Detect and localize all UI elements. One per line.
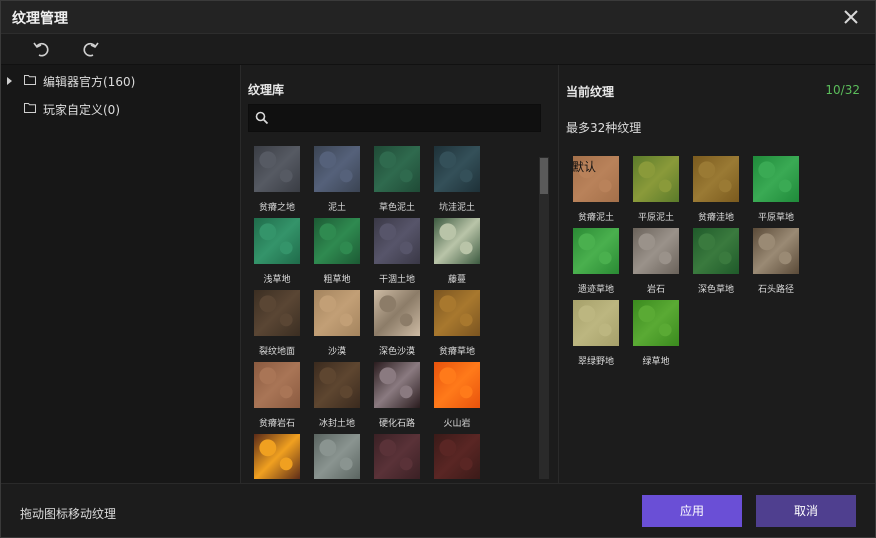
texture-label: 贫瘠之地 [258, 203, 295, 213]
texture-label: 平原泥土 [637, 213, 674, 223]
texture-thumbnail[interactable] [693, 156, 739, 202]
texture-label: 硬化石路 [378, 419, 415, 429]
search-input[interactable] [275, 109, 535, 127]
texture-thumbnail[interactable] [374, 290, 420, 336]
texture-label: 贫瘠洼地 [697, 213, 734, 223]
texture-label: 沙漠 [327, 347, 346, 357]
texture-label: 干涸土地 [378, 275, 415, 285]
texture-label: 藤蔓 [447, 275, 466, 285]
texture-label: 岩石 [646, 285, 665, 295]
texture-thumbnail[interactable] [693, 228, 739, 274]
texture-label: 深色沙漠 [378, 347, 415, 357]
texture-thumbnail[interactable] [753, 228, 799, 274]
texture-library-panel: 纹理库 贫瘠之地 泥土 草色泥土 坑洼泥土浅草地 粗草地 干涸土地 藤蔓裂纹地面 沙漠 深色沙漠… [242, 65, 559, 483]
footer: 拖动图标移动纹理 应用 取消 [1, 483, 875, 537]
texture-thumbnail[interactable] [434, 146, 480, 192]
texture-thumbnail[interactable] [314, 146, 360, 192]
texture-thumbnail[interactable] [573, 228, 619, 274]
undo-button[interactable] [31, 40, 51, 60]
folder-icon [24, 75, 36, 85]
texture-thumbnail[interactable] [374, 218, 420, 264]
texture-label: 贫瘠草地 [438, 347, 475, 357]
texture-label: 深色草地 [697, 285, 734, 295]
texture-label: 泥土 [327, 203, 346, 213]
texture-thumbnail[interactable] [374, 362, 420, 408]
texture-thumbnail[interactable] [314, 362, 360, 408]
texture-label: 贫瘠泥土 [577, 213, 614, 223]
tree-item-label: 编辑器官方(160) [43, 75, 136, 89]
window-title: 纹理管理 [12, 11, 68, 27]
texture-thumbnail[interactable] [314, 434, 360, 479]
toolbar [1, 33, 875, 65]
texture-label: 平原草地 [757, 213, 794, 223]
texture-thumbnail[interactable] [753, 156, 799, 202]
texture-label: 粗草地 [323, 275, 351, 285]
texture-thumbnail[interactable] [573, 300, 619, 346]
undo-icon [33, 42, 49, 57]
texture-thumbnail[interactable] [374, 434, 420, 479]
texture-label: 坑洼泥土 [438, 203, 475, 213]
texture-thumbnail[interactable] [633, 300, 679, 346]
cancel-button[interactable]: 取消 [756, 495, 856, 527]
texture-label: 石头路径 [757, 285, 794, 295]
texture-thumbnail[interactable] [254, 434, 300, 479]
tree-item-official[interactable]: 编辑器官方(160) [1, 69, 241, 93]
tree-item-custom[interactable]: 玩家自定义(0) [1, 97, 241, 121]
texture-thumbnail[interactable] [573, 156, 619, 202]
texture-label: 贫瘠岩石 [258, 419, 295, 429]
texture-label: 火山岩 [443, 419, 471, 429]
search-box[interactable] [248, 104, 541, 132]
folder-icon [24, 103, 36, 113]
texture-library-grid: 贫瘠之地 泥土 草色泥土 坑洼泥土浅草地 粗草地 干涸土地 藤蔓裂纹地面 沙漠 深色沙漠 贫瘠草地… [242, 141, 538, 479]
texture-thumbnail[interactable] [633, 228, 679, 274]
texture-label: 遗迹草地 [577, 285, 614, 295]
texture-thumbnail[interactable] [254, 218, 300, 264]
texture-thumbnail[interactable] [254, 290, 300, 336]
apply-button[interactable]: 应用 [642, 495, 742, 527]
texture-thumbnail[interactable] [434, 290, 480, 336]
search-icon [255, 111, 269, 125]
texture-label: 浅草地 [263, 275, 291, 285]
current-textures-panel: 当前纹理 10/32 最多32种纹理 贫瘠泥土 平原泥土 贫瘠洼地 平原草地遗迹草地 岩… [560, 65, 875, 483]
category-tree: 编辑器官方(160) 玩家自定义(0) [1, 65, 241, 483]
scrollbar-thumb[interactable] [540, 158, 548, 194]
tree-item-label: 玩家自定义(0) [43, 103, 120, 117]
texture-label: 冰封土地 [318, 419, 355, 429]
texture-thumbnail[interactable] [254, 362, 300, 408]
library-title: 纹理库 [248, 83, 285, 97]
texture-thumbnail[interactable] [314, 218, 360, 264]
texture-thumbnail[interactable] [254, 146, 300, 192]
texture-thumbnail[interactable] [633, 156, 679, 202]
close-icon [844, 10, 858, 24]
texture-label: 裂纹地面 [258, 347, 295, 357]
texture-thumbnail[interactable] [434, 362, 480, 408]
max-textures-note: 最多32种纹理 [566, 121, 642, 135]
texture-label: 翠绿野地 [577, 357, 614, 367]
texture-manager-window: 纹理管理 编辑器官方(160) 玩家自定义(0) 纹理库 贫瘠之地 泥土 草色泥… [0, 0, 876, 538]
texture-label: 绿草地 [642, 357, 670, 367]
library-scrollbar[interactable] [539, 157, 549, 479]
texture-thumbnail[interactable] [314, 290, 360, 336]
texture-thumbnail[interactable] [434, 434, 480, 479]
redo-icon [83, 42, 99, 57]
title-bar: 纹理管理 [1, 1, 875, 33]
texture-count: 10/32 [825, 83, 860, 97]
redo-button[interactable] [81, 40, 101, 60]
drag-hint: 拖动图标移动纹理 [20, 507, 117, 521]
texture-label: 草色泥土 [378, 203, 415, 213]
close-button[interactable] [841, 7, 861, 27]
expand-arrow-icon[interactable] [7, 77, 12, 85]
texture-thumbnail[interactable] [434, 218, 480, 264]
texture-thumbnail[interactable] [374, 146, 420, 192]
current-title: 当前纹理 [566, 85, 615, 99]
